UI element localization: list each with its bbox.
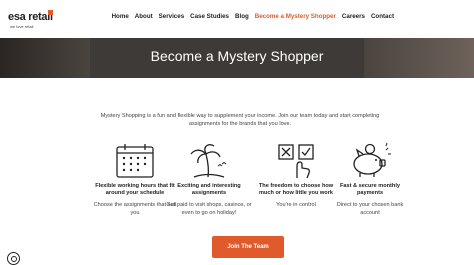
nav-careers[interactable]: Careers	[342, 13, 365, 20]
main-nav: Home About Services Case Studies Blog Be…	[106, 13, 394, 20]
palm-tree-icon	[190, 144, 227, 178]
logo-tagline: we love retail	[10, 24, 34, 29]
logo-mark	[48, 10, 53, 15]
site-header: esa retail we love retail Home About Ser…	[0, 0, 474, 38]
accessibility-icon[interactable]	[7, 252, 20, 265]
nav-contact[interactable]: Contact	[371, 13, 394, 20]
feature-title: Exciting and interesting assignments	[177, 183, 241, 196]
hero-banner: Become a Mystery Shopper	[0, 38, 474, 78]
intro-text: Mystery Shopping is a fun and flexible w…	[100, 113, 380, 127]
piggy-bank-icon	[353, 142, 391, 177]
checklist-hand-icon	[278, 144, 314, 179]
nav-mystery-shopper[interactable]: Become a Mystery Shopper	[255, 13, 336, 20]
feature-desc: Direct to your chosen bank account	[336, 202, 404, 216]
feature-title: Fast & secure monthly payments	[340, 183, 400, 196]
nav-case-studies[interactable]: Case Studies	[190, 13, 229, 20]
nav-about[interactable]: About	[135, 13, 153, 20]
logo-text: esa retail	[8, 11, 53, 23]
page-title: Become a Mystery Shopper	[150, 48, 324, 64]
feature-desc: Get paid to visit shops, casinos, or eve…	[166, 202, 252, 216]
nav-services[interactable]: Services	[159, 13, 184, 20]
calendar-icon	[116, 144, 154, 178]
nav-home[interactable]: Home	[112, 13, 129, 20]
feature-payments: Fast & secure monthly payments Direct to…	[327, 142, 413, 217]
logo[interactable]: esa retail we love retail	[8, 8, 54, 34]
nav-blog[interactable]: Blog	[235, 13, 249, 20]
feature-exciting-assignments: Exciting and interesting assignments Get…	[166, 142, 252, 217]
join-the-team-button[interactable]: Join The Team	[212, 236, 284, 258]
accessibility-icon-inner	[11, 256, 17, 262]
